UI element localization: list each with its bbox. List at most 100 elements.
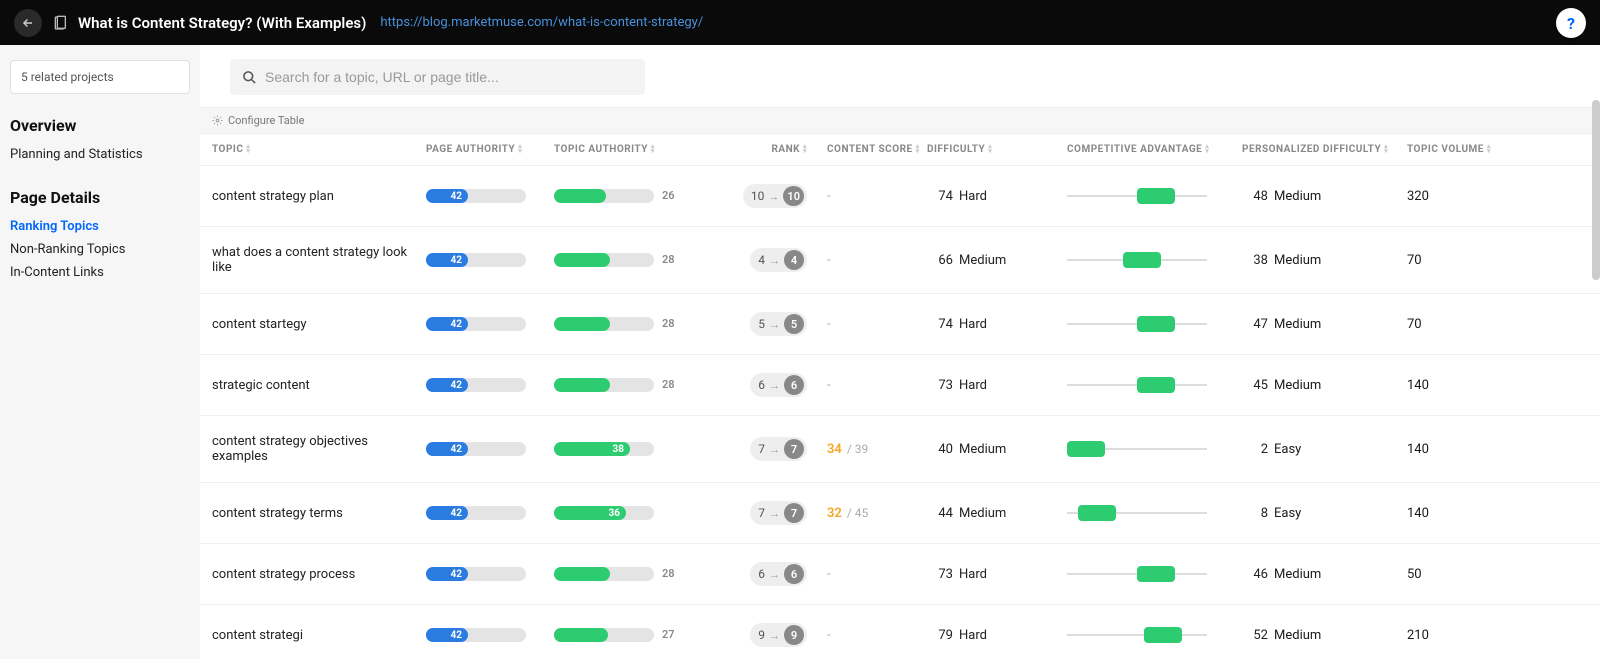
competitive-advantage-slider	[1067, 573, 1207, 575]
sidebar: 5 related projects Overview Planning and …	[0, 45, 200, 659]
table-row[interactable]: what does a content strategy look like 42…	[200, 227, 1600, 294]
difficulty-cell: 40Medium	[927, 442, 1067, 457]
page-authority-bar: 42	[426, 253, 526, 267]
sort-icon	[651, 144, 655, 154]
table-row[interactable]: content strategy plan422610→10-74Hard48M…	[200, 166, 1600, 227]
rank-pill: 5→5	[750, 312, 807, 336]
col-header-personalized-difficulty[interactable]: PERSONALIZED DIFFICULTY	[1242, 144, 1407, 155]
table-row[interactable]: content strategy objectives examples4238…	[200, 416, 1600, 483]
sidebar-heading: Page Details	[10, 188, 190, 207]
arrow-right-icon: →	[769, 254, 780, 267]
table-row[interactable]: content strategy process42286→6-73Hard46…	[200, 544, 1600, 605]
sidebar-item[interactable]: Non-Ranking Topics	[10, 238, 190, 261]
personalized-difficulty-cell: 46Medium	[1242, 567, 1407, 582]
topic-authority-bar: 36	[554, 506, 654, 520]
competitive-advantage-slider	[1067, 384, 1207, 386]
topic-text: what does a content strategy look like	[212, 245, 407, 275]
topic-authority-bar: 28	[554, 567, 654, 581]
topic-text: content startegy	[212, 317, 307, 332]
arrow-right-icon: →	[769, 443, 780, 456]
content-score-cell: -	[827, 253, 927, 268]
personalized-difficulty-cell: 48Medium	[1242, 189, 1407, 204]
page-icon	[52, 15, 68, 31]
sort-icon	[1487, 144, 1491, 154]
content-score-cell: -	[827, 628, 927, 643]
page-authority-bar: 42	[426, 378, 526, 392]
topic-text: content strategy terms	[212, 506, 343, 521]
arrow-right-icon: →	[769, 568, 780, 581]
sidebar-heading: Overview	[10, 116, 190, 135]
rank-pill: 7→7	[750, 501, 807, 525]
table-row[interactable]: strategic content42286→6-73Hard45Medium1…	[200, 355, 1600, 416]
page-authority-bar: 42	[426, 317, 526, 331]
arrow-left-icon	[21, 16, 35, 30]
arrow-right-icon: →	[769, 629, 780, 642]
search-bar[interactable]	[230, 59, 645, 95]
personalized-difficulty-cell: 2Easy	[1242, 442, 1407, 457]
search-input[interactable]	[265, 69, 633, 85]
table-row[interactable]: content strategi42279→9-79Hard52Medium21…	[200, 605, 1600, 659]
topic-volume-cell: 320	[1407, 189, 1507, 204]
col-header-topic-authority[interactable]: TOPIC AUTHORITY	[554, 144, 727, 155]
content-score-cell: -	[827, 189, 927, 204]
topic-volume-cell: 50	[1407, 567, 1507, 582]
table-header: TOPIC PAGE AUTHORITY TOPIC AUTHORITY RAN…	[200, 134, 1600, 166]
topic-authority-bar: 28	[554, 317, 654, 331]
col-header-competitive-advantage[interactable]: COMPETITIVE ADVANTAGE	[1067, 144, 1242, 155]
scrollbar[interactable]	[1592, 100, 1600, 280]
sidebar-item[interactable]: Planning and Statistics	[10, 143, 190, 166]
topic-volume-cell: 140	[1407, 378, 1507, 393]
related-projects-box[interactable]: 5 related projects	[10, 60, 190, 94]
topic-authority-bar: 28	[554, 253, 654, 267]
sidebar-item[interactable]: In-Content Links	[10, 261, 190, 284]
competitive-advantage-slider	[1067, 195, 1207, 197]
topic-volume-cell: 140	[1407, 442, 1507, 457]
competitive-advantage-slider	[1067, 259, 1207, 261]
table-row[interactable]: content strategy terms 42 36 7→7 32 / 4544Me…	[200, 483, 1600, 544]
sidebar-item[interactable]: Ranking Topics	[10, 215, 190, 238]
competitive-advantage-slider	[1067, 323, 1207, 325]
topic-text: strategic content	[212, 378, 310, 393]
page-authority-bar: 42	[426, 189, 526, 203]
main-content: Configure Table TOPIC PAGE AUTHORITY TOP…	[200, 45, 1600, 659]
page-authority-bar: 42	[426, 628, 526, 642]
content-score-cell: 34 / 39	[827, 442, 927, 457]
difficulty-cell: 44Medium	[927, 506, 1067, 521]
difficulty-cell: 73Hard	[927, 378, 1067, 393]
content-score-cell: -	[827, 378, 927, 393]
col-header-page-authority[interactable]: PAGE AUTHORITY	[426, 144, 554, 155]
page-authority-bar: 42	[426, 506, 526, 520]
page-title: What is Content Strategy? (With Examples…	[78, 14, 366, 32]
personalized-difficulty-cell: 45Medium	[1242, 378, 1407, 393]
topic-volume-cell: 70	[1407, 253, 1507, 268]
back-button[interactable]	[14, 9, 42, 37]
col-header-rank[interactable]: RANK	[727, 144, 827, 155]
competitive-advantage-slider	[1067, 634, 1207, 636]
col-header-difficulty[interactable]: DIFFICULTY	[927, 144, 1067, 155]
configure-table-button[interactable]: Configure Table	[200, 107, 1600, 134]
search-icon	[242, 70, 257, 85]
competitive-advantage-slider	[1067, 512, 1207, 514]
help-button[interactable]: ?	[1556, 8, 1586, 38]
topic-volume-cell: 140	[1407, 506, 1507, 521]
page-url[interactable]: https://blog.marketmuse.com/what-is-cont…	[380, 15, 703, 30]
topic-text: content strategy objectives examples	[212, 434, 368, 464]
sort-icon	[803, 144, 807, 154]
sort-icon	[518, 144, 522, 154]
content-score-cell: -	[827, 317, 927, 332]
table-row[interactable]: content startegy42285→5-74Hard47Medium70	[200, 294, 1600, 355]
personalized-difficulty-cell: 38Medium	[1242, 253, 1407, 268]
topic-text: content strategy process	[212, 567, 355, 582]
col-header-topic[interactable]: TOPIC	[212, 144, 426, 155]
page-authority-bar: 42	[426, 567, 526, 581]
personalized-difficulty-cell: 8Easy	[1242, 506, 1407, 521]
col-header-content-score[interactable]: CONTENT SCORE	[827, 144, 927, 155]
difficulty-cell: 74Hard	[927, 189, 1067, 204]
arrow-right-icon: →	[768, 190, 779, 203]
col-header-topic-volume[interactable]: TOPIC VOLUME	[1407, 144, 1507, 155]
configure-table-label: Configure Table	[228, 114, 304, 127]
topic-authority-bar: 26	[554, 189, 654, 203]
difficulty-cell: 79Hard	[927, 628, 1067, 643]
difficulty-cell: 74Hard	[927, 317, 1067, 332]
content-score-cell: 32 / 45	[827, 506, 927, 521]
